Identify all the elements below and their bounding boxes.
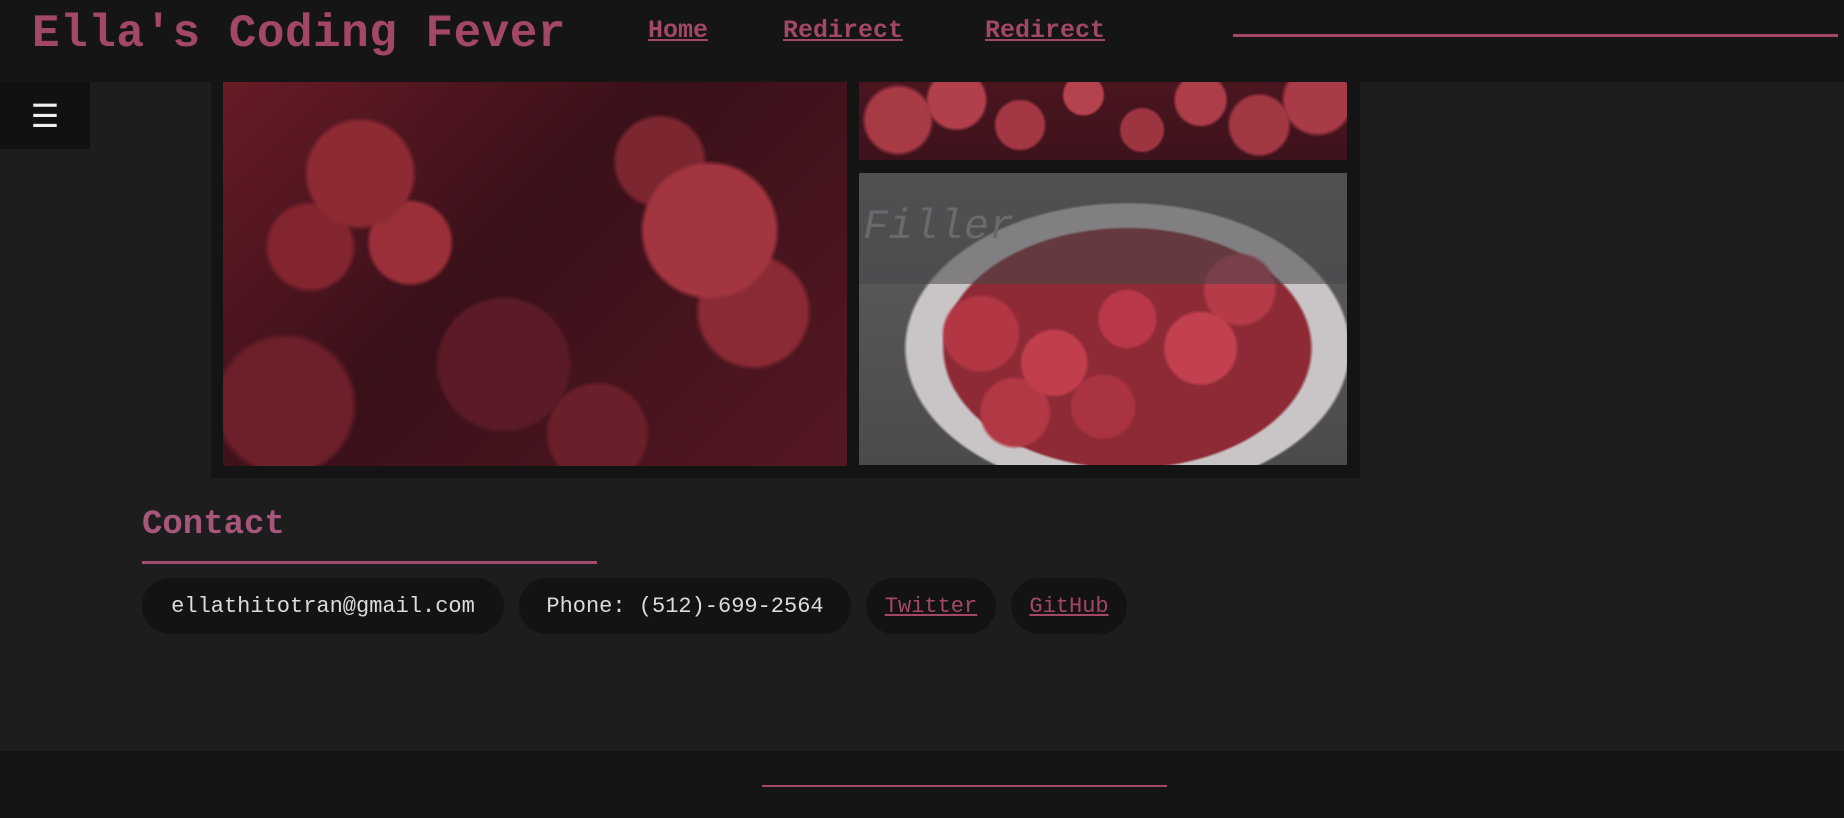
nav-link-redirect-1[interactable]: Redirect	[783, 16, 903, 45]
twitter-link[interactable]: Twitter	[866, 578, 996, 634]
photo-gallery: Filler	[211, 60, 1360, 478]
contact-divider	[142, 561, 597, 564]
github-link[interactable]: GitHub	[1011, 578, 1127, 634]
contact-phone: Phone: (512)-699-2564	[519, 578, 851, 634]
hamburger-menu-button[interactable]: ☰	[0, 82, 90, 149]
site-footer	[0, 751, 1844, 818]
raspberry-bowl-image: Filler	[859, 173, 1347, 465]
header-divider	[1233, 34, 1838, 37]
site-title: Ella's Coding Fever	[32, 8, 566, 60]
nav-link-redirect-2[interactable]: Redirect	[985, 16, 1105, 45]
contact-email: ellathitotran@gmail.com	[142, 578, 504, 634]
nav-link-home[interactable]: Home	[648, 16, 708, 45]
footer-divider	[762, 785, 1167, 787]
filler-caption: Filler	[863, 203, 1015, 251]
hamburger-menu-icon: ☰	[30, 96, 60, 135]
site-header: Ella's Coding Fever Home Redirect Redire…	[0, 0, 1844, 82]
raspberry-closeup-image	[223, 60, 847, 466]
contact-heading: Contact	[142, 506, 285, 544]
